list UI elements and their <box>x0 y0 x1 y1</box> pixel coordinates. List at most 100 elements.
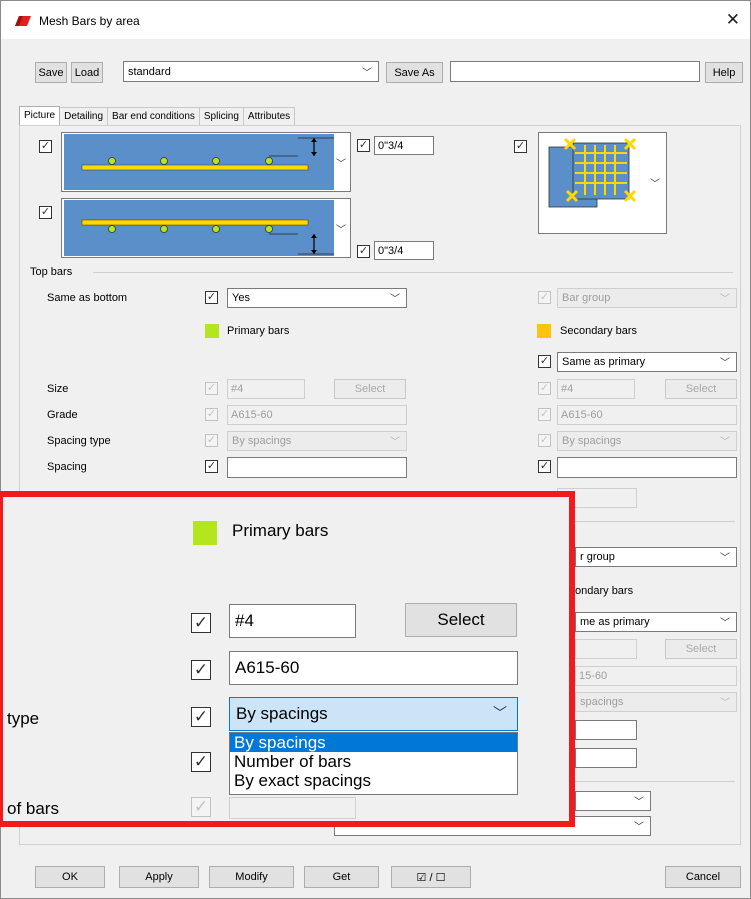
secondary-spacing-checkbox[interactable]: ✓ <box>538 460 551 473</box>
primary-size-input[interactable]: #4 <box>227 379 305 399</box>
bottom-size-input[interactable] <box>575 639 637 659</box>
same-as-bottom-checkbox[interactable]: ✓ <box>205 291 218 304</box>
spacing-type-label: Spacing type <box>47 435 111 447</box>
mesh-picture-checkbox[interactable]: ✓ <box>514 140 527 153</box>
apply-button[interactable]: Apply <box>119 866 199 888</box>
zoom-select-button[interactable]: Select <box>405 603 517 637</box>
primary-spacing-input[interactable] <box>227 457 407 478</box>
bottom-bar-group-value: r group <box>580 551 615 563</box>
chevron-down-icon: ﹀ <box>720 552 730 564</box>
bar-group-checkbox[interactable]: ✓ <box>538 291 551 304</box>
preset-combo[interactable]: standard ﹀ <box>123 61 379 82</box>
grade-label: Grade <box>47 409 78 421</box>
bar-group-combo[interactable]: Bar group ﹀ <box>557 288 737 308</box>
bottom-bar-group-combo[interactable]: r group ﹀ <box>575 547 737 567</box>
chevron-down-icon[interactable]: ﹀ <box>336 221 346 236</box>
chevron-down-icon: ﹀ <box>362 67 372 79</box>
bottom-spacing-input[interactable] <box>575 720 637 740</box>
secondary-grade-checkbox[interactable]: ✓ <box>538 408 551 421</box>
same-as-primary-combo[interactable]: Same as primary ﹀ <box>557 352 737 372</box>
primary-color-swatch <box>205 324 219 338</box>
dropdown-option-by-exact-spacings[interactable]: By exact spacings <box>230 771 517 790</box>
cancel-button[interactable]: Cancel <box>665 866 741 888</box>
tab-attributes[interactable]: Attributes <box>242 107 296 126</box>
help-button[interactable]: Help <box>705 62 743 83</box>
secondary-spacing-input[interactable] <box>557 457 737 478</box>
chevron-down-icon: ﹀ <box>390 436 400 448</box>
get-button[interactable]: Get <box>304 866 379 888</box>
tab-detailing[interactable]: Detailing <box>59 107 109 126</box>
group-divider <box>575 521 735 522</box>
load-button[interactable]: Load <box>71 62 103 83</box>
top-picture-checkbox[interactable]: ✓ <box>39 140 52 153</box>
bottom-count-input[interactable] <box>575 748 637 768</box>
zoom-grade-input[interactable]: A615-60 <box>229 651 518 685</box>
secondary-color-swatch <box>537 324 551 338</box>
zoom-size-input[interactable]: #4 <box>229 604 356 638</box>
mesh-layout-diagram <box>548 137 637 208</box>
toggle-all-button[interactable]: ☑ / ☐ <box>391 866 471 888</box>
modify-button[interactable]: Modify <box>209 866 294 888</box>
chevron-down-icon: ﹀ <box>720 293 730 305</box>
top-cover-checkbox[interactable]: ✓ <box>357 139 370 152</box>
bottom-bars-diagram <box>64 200 334 256</box>
secondary-size-select-button[interactable]: Select <box>665 379 737 399</box>
bottom-bars-picture[interactable]: ﹀ <box>61 198 351 258</box>
primary-grade-input[interactable]: A615-60 <box>227 405 407 425</box>
ok-button[interactable]: OK <box>35 866 105 888</box>
zoom-spacing-type-checkbox[interactable]: ✓ <box>191 707 211 727</box>
tab-splicing[interactable]: Splicing <box>198 107 244 126</box>
dropdown-option-by-spacings[interactable]: By spacings <box>230 733 517 752</box>
top-bars-picture[interactable]: ﹀ <box>61 132 351 192</box>
tab-bar-end-conditions[interactable]: Bar end conditions <box>107 107 200 126</box>
same-as-primary-checkbox[interactable]: ✓ <box>538 355 551 368</box>
window-title: Mesh Bars by area <box>39 14 140 28</box>
same-as-bottom-combo[interactable]: Yes ﹀ <box>227 288 407 308</box>
bottom-select-button[interactable]: Select <box>665 639 737 659</box>
secondary-size-checkbox[interactable]: ✓ <box>538 382 551 395</box>
zoom-grade-checkbox[interactable]: ✓ <box>191 660 211 680</box>
size-checkbox[interactable]: ✓ <box>205 382 218 395</box>
spacing-type-checkbox[interactable]: ✓ <box>205 434 218 447</box>
primary-spacing-type-combo[interactable]: By spacings ﹀ <box>227 431 407 451</box>
spacing-checkbox[interactable]: ✓ <box>205 460 218 473</box>
spacing-type-dropdown: By spacings Number of bars By exact spac… <box>229 732 518 795</box>
mesh-layout-picture[interactable]: ﹀ <box>538 132 667 234</box>
save-as-name-input[interactable] <box>450 61 700 82</box>
chevron-down-icon: ﹀ <box>720 357 730 369</box>
bottom-cover-input[interactable]: 0"3/4 <box>374 241 434 260</box>
tab-picture[interactable]: Picture <box>19 106 61 125</box>
bottom-spacing-type-combo[interactable]: spacings ﹀ <box>575 692 737 712</box>
zoom-size-checkbox[interactable]: ✓ <box>191 613 211 633</box>
top-cover-input[interactable]: 0"3/4 <box>374 136 434 155</box>
zoom-spacing-checkbox[interactable]: ✓ <box>191 752 211 772</box>
bottom-cover-checkbox[interactable]: ✓ <box>357 245 370 258</box>
bottom-same-as-primary-combo[interactable]: me as primary ﹀ <box>575 612 737 632</box>
group-divider <box>575 781 735 782</box>
zoom-spacing-type-combo[interactable]: By spacings ﹀ <box>229 697 518 731</box>
zoom-number-of-bars-checkbox[interactable]: ✓ <box>191 797 211 817</box>
dropdown-option-number-of-bars[interactable]: Number of bars <box>230 752 517 771</box>
chevron-down-icon[interactable]: ﹀ <box>650 175 660 190</box>
grade-checkbox[interactable]: ✓ <box>205 408 218 421</box>
spacing-label: Spacing <box>47 461 87 473</box>
secondary-spacing-type-combo[interactable]: By spacings ﹀ <box>557 431 737 451</box>
zoom-number-of-bars-label: of bars <box>7 799 59 818</box>
secondary-spacing-type-checkbox[interactable]: ✓ <box>538 434 551 447</box>
secondary-spacing-type-value: By spacings <box>562 435 622 447</box>
close-icon[interactable]: ✕ <box>726 10 740 30</box>
primary-color-swatch <box>193 521 217 545</box>
bottom-option-combo-1[interactable]: ﹀ <box>575 791 651 811</box>
zoom-number-of-bars-input[interactable] <box>229 797 356 819</box>
save-as-button[interactable]: Save As <box>386 62 443 83</box>
save-button[interactable]: Save <box>35 62 67 83</box>
chevron-down-icon[interactable]: ﹀ <box>336 155 346 170</box>
secondary-grade-input[interactable]: A615-60 <box>557 405 737 425</box>
title-bar: Mesh Bars by area ✕ <box>1 1 750 39</box>
preset-value: standard <box>128 65 171 78</box>
bottom-spacing-type-value: spacings <box>580 696 624 708</box>
primary-size-select-button[interactable]: Select <box>334 379 406 399</box>
bottom-grade-input[interactable]: 15-60 <box>575 666 737 686</box>
secondary-size-input[interactable]: #4 <box>557 379 635 399</box>
bottom-picture-checkbox[interactable]: ✓ <box>39 206 52 219</box>
